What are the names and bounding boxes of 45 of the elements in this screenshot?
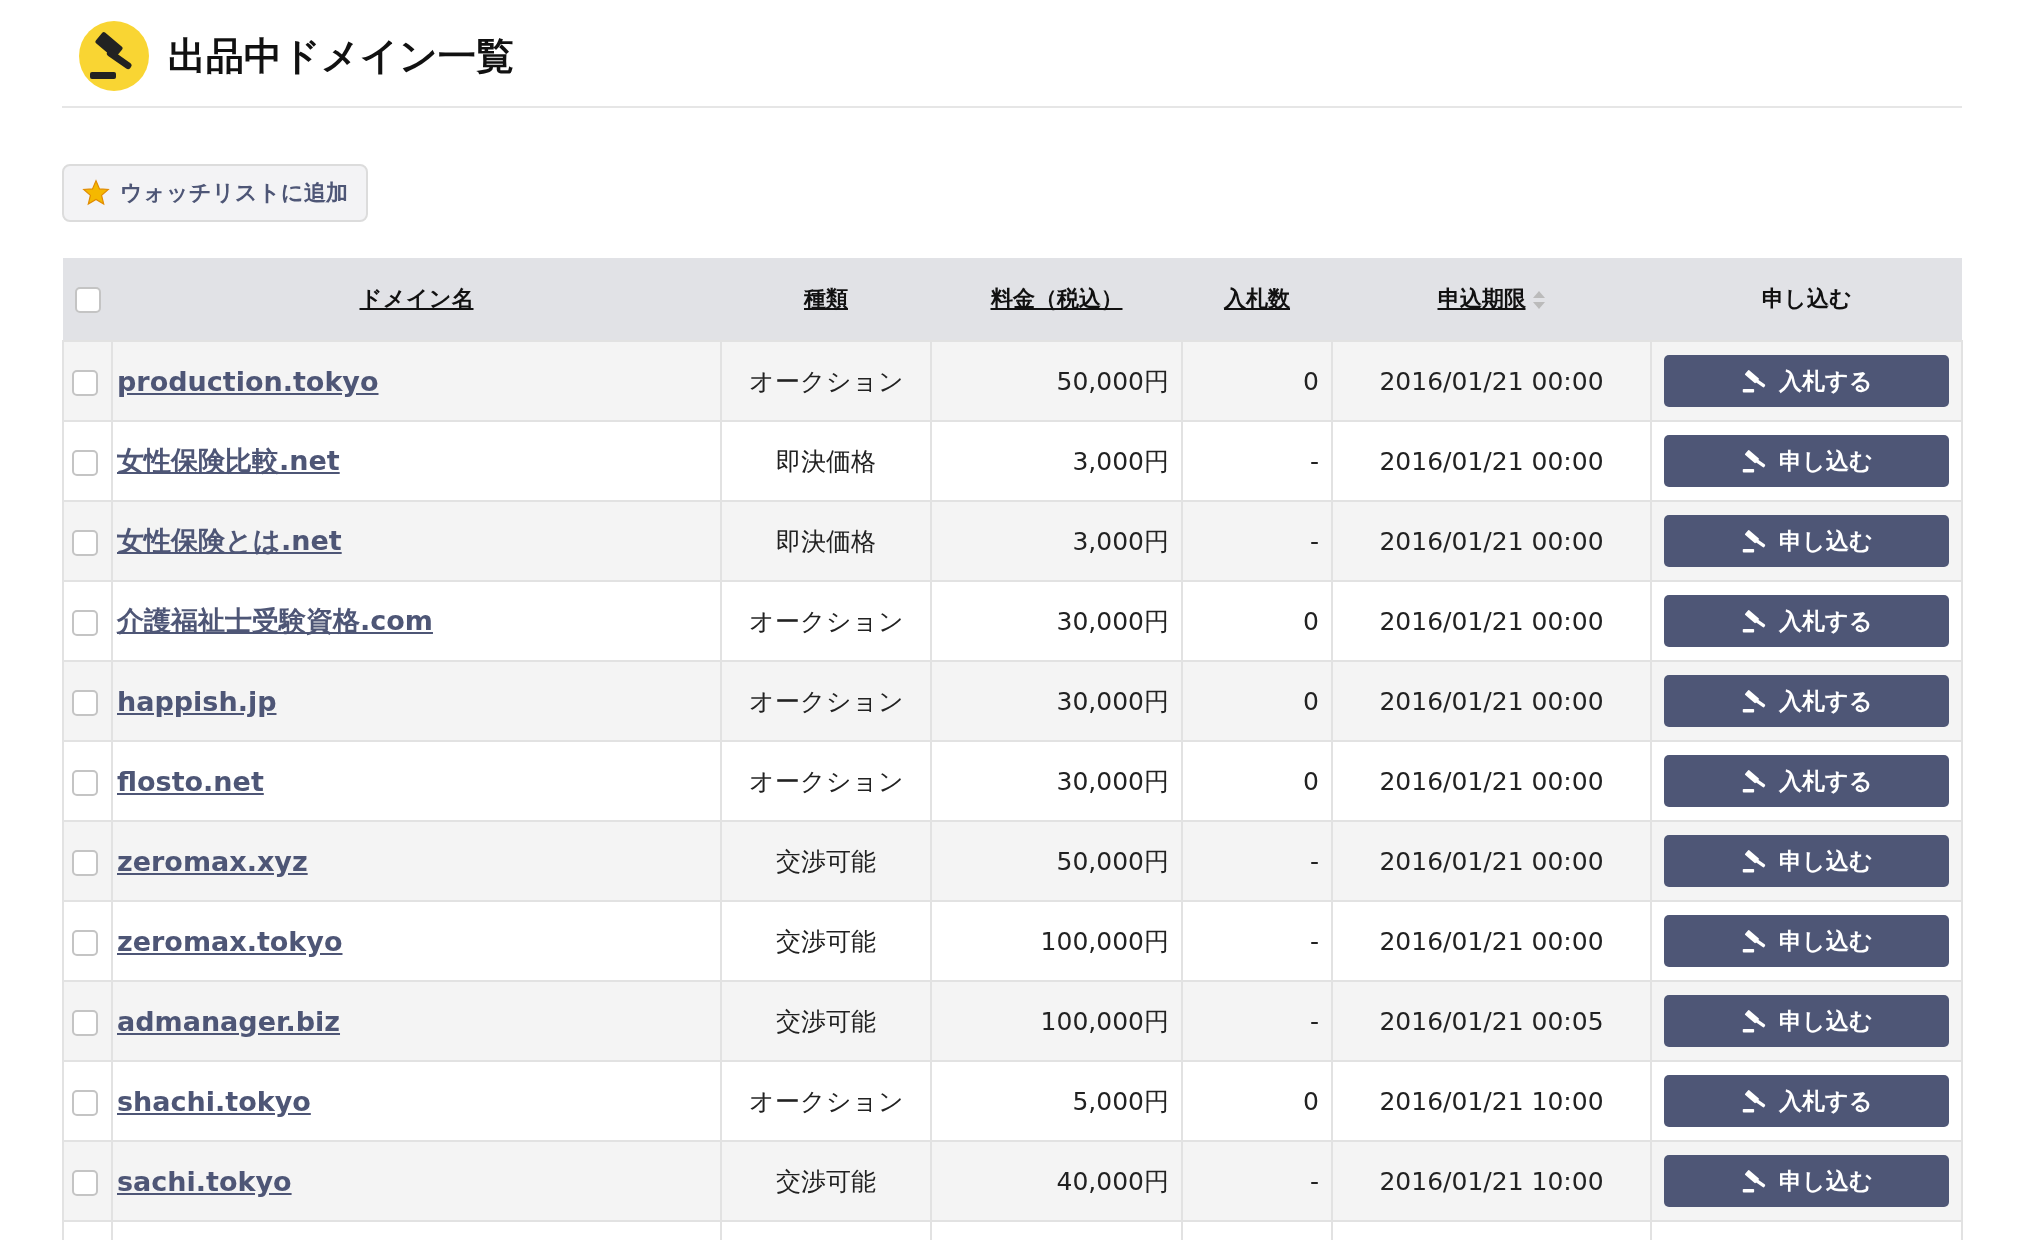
action-button[interactable]: 入札する — [1664, 675, 1949, 727]
domain-link[interactable]: flosto.net — [117, 765, 264, 797]
action-button[interactable]: 申し込む — [1664, 915, 1949, 967]
row-checkbox[interactable] — [72, 929, 98, 956]
row-checkbox[interactable] — [72, 849, 98, 876]
domain-link[interactable]: admanager.biz — [117, 1005, 340, 1037]
action-button[interactable]: 申し込む — [1664, 1155, 1949, 1207]
action-button[interactable]: 入札する — [1664, 355, 1949, 407]
domain-link[interactable]: zeromax.tokyo — [117, 925, 343, 957]
sort-icon[interactable] — [1531, 289, 1546, 311]
column-header[interactable]: 申込期限 — [1437, 286, 1526, 311]
domain-link[interactable]: zeromax.xyz — [117, 845, 308, 877]
action-button[interactable]: 申し込む — [1664, 835, 1949, 887]
action-button[interactable]: 申し込む — [1664, 995, 1949, 1047]
gavel-badge-icon — [78, 20, 150, 92]
add-to-watchlist-button[interactable]: ウォッチリストに追加 — [62, 164, 368, 222]
select-all-checkbox[interactable] — [74, 286, 101, 313]
deadline-cell: 2016/01/21 00:00 — [1332, 341, 1651, 421]
row-checkbox[interactable] — [72, 1089, 98, 1116]
row-checkbox[interactable] — [72, 1009, 98, 1036]
action-button[interactable]: 入札する — [1664, 595, 1949, 647]
column-header[interactable]: 料金（税込） — [990, 286, 1123, 311]
column-header[interactable]: 申し込む — [1761, 286, 1852, 311]
star-icon — [82, 179, 110, 207]
column-header[interactable]: ドメイン名 — [359, 286, 474, 311]
domain-link[interactable]: 女性保険とは.net — [117, 525, 342, 556]
row-checkbox[interactable] — [72, 449, 98, 476]
row-checkbox[interactable] — [72, 769, 98, 796]
row-checkbox[interactable] — [72, 369, 98, 396]
domain-link[interactable]: production.tokyo — [117, 365, 379, 397]
domain-link[interactable]: shachi.tokyo — [117, 1085, 311, 1117]
action-button[interactable]: 申し込む — [1664, 515, 1949, 567]
row-checkbox[interactable] — [72, 1169, 98, 1196]
action-button[interactable]: 申し込む — [1664, 435, 1949, 487]
row-checkbox[interactable] — [72, 689, 98, 716]
page-title: 出品中ドメイン一覧 — [168, 32, 514, 80]
column-header[interactable]: 入札数 — [1224, 286, 1290, 311]
domain-link[interactable]: happish.jp — [117, 685, 277, 717]
domain-link[interactable]: 女性保険比較.net — [117, 445, 340, 476]
column-header[interactable]: 種類 — [804, 286, 848, 311]
action-button[interactable]: 入札する — [1664, 755, 1949, 807]
action-button[interactable]: 入札する — [1664, 1075, 1949, 1127]
row-checkbox[interactable] — [72, 609, 98, 636]
row-checkbox[interactable] — [72, 529, 98, 556]
domain-link[interactable]: sachi.tokyo — [117, 1165, 292, 1197]
